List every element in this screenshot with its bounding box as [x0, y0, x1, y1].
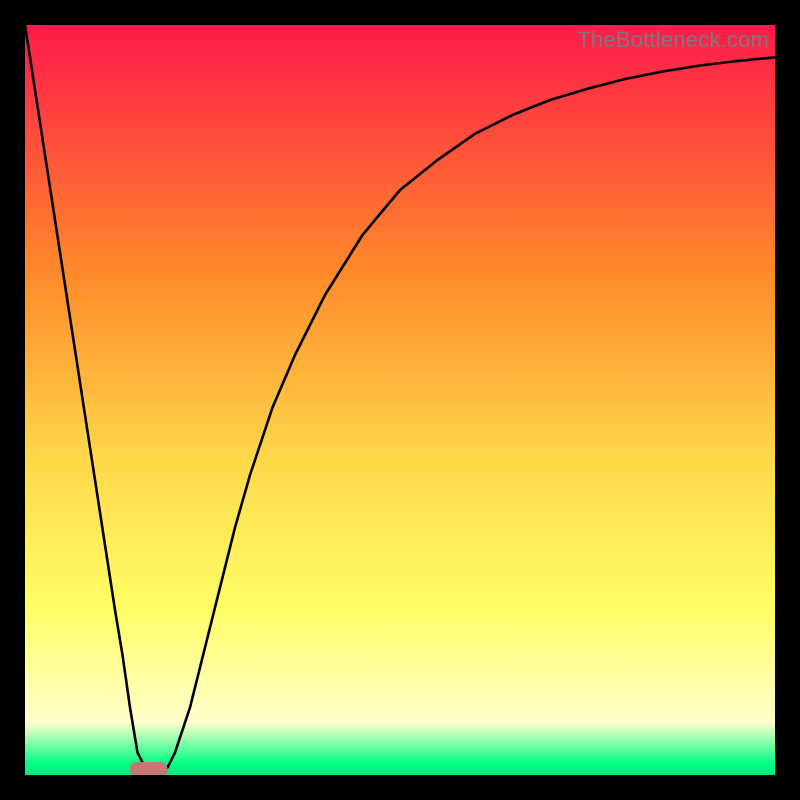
chart-frame: TheBottleneck.com	[0, 0, 800, 800]
plot-area: TheBottleneck.com	[25, 25, 775, 775]
watermark-text: TheBottleneck.com	[577, 27, 769, 53]
gradient-background	[25, 25, 775, 775]
optimal-marker	[130, 762, 168, 775]
chart-svg	[25, 25, 775, 775]
